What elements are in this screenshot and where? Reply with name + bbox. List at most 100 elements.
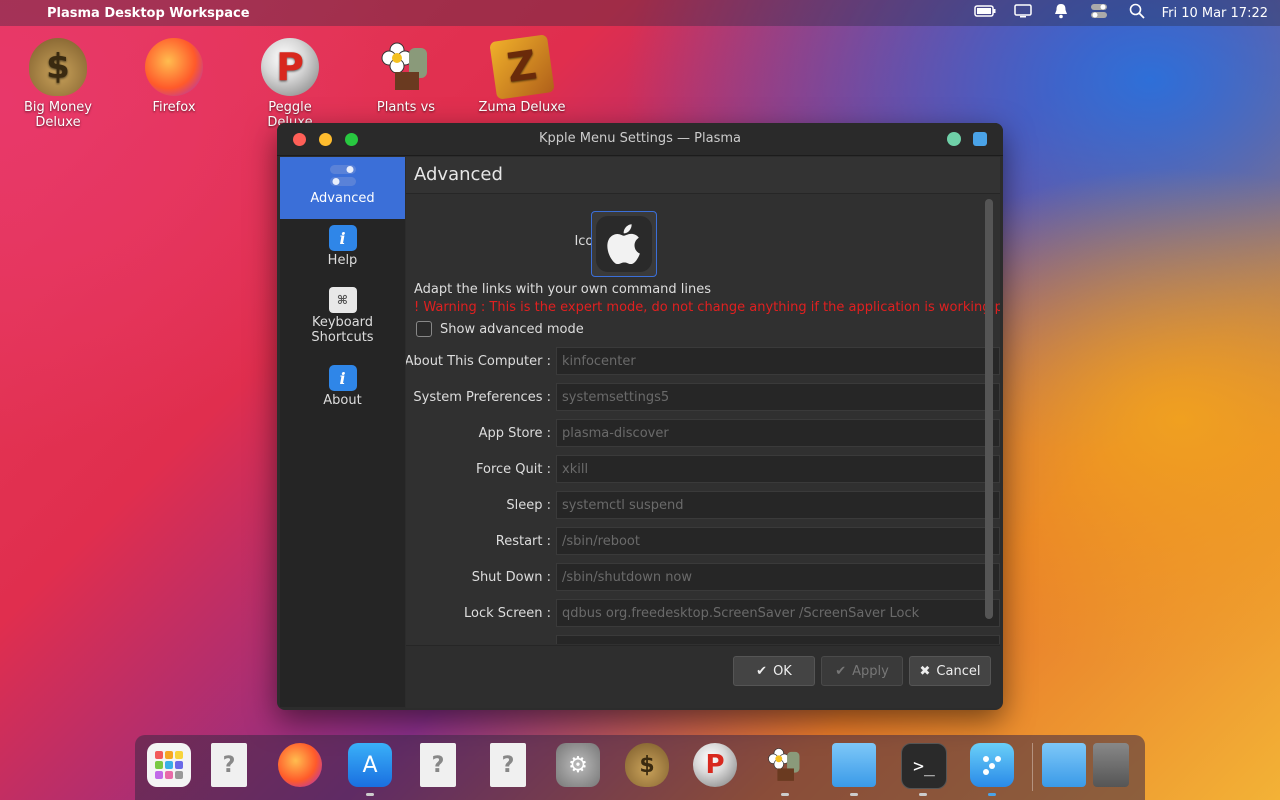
force-quit-input[interactable]: xkill [556,455,1000,483]
top-menu-bar: Plasma Desktop Workspace Fri 10 Mar 17:2… [0,0,1280,26]
launcher-grid-icon[interactable] [147,743,191,787]
checkbox-label: Show advanced mode [440,321,584,337]
apply-button[interactable]: ✔ Apply [821,656,903,686]
apple-logo-icon [596,216,652,272]
unknown-file-icon[interactable]: ? [420,743,456,787]
desktop-icon-plants[interactable]: Plants vs [361,38,451,115]
field-shut-down: Shut Down : /sbin/shutdown now [406,563,1000,593]
peggle-icon[interactable]: P [693,743,737,787]
show-advanced-mode-row[interactable]: Show advanced mode [416,321,584,337]
dock-separator [1032,743,1033,791]
settings-gear-icon[interactable]: ⚙ [556,743,600,787]
close-icon: ✖ [919,663,931,679]
field-system-preferences: System Preferences : systemsettings5 [406,383,1000,413]
desktop-icon-peggle[interactable]: P Peggle Deluxe [245,38,335,130]
partial-input[interactable] [556,635,1000,644]
notification-bell-icon[interactable] [1042,3,1080,23]
system-tray: Fri 10 Mar 17:22 [966,0,1280,26]
vertical-scrollbar[interactable] [985,199,993,619]
desktop-icon-firefox[interactable]: Firefox [129,38,219,115]
money-bag-icon: $ [29,38,87,96]
sidebar-item-about[interactable]: i About [280,359,405,421]
check-icon: ✔ [756,663,768,679]
running-indicator [850,793,858,796]
window-titlebar[interactable]: Kpple Menu Settings — Plasma [277,123,1003,156]
desktop-icon-label: Zuma Deluxe [478,100,566,115]
field-lock-screen: Lock Screen : qdbus org.freedesktop.Scre… [406,599,1000,629]
ok-label: OK [773,663,792,679]
sidebar-item-label: About [323,393,362,408]
discover-icon[interactable] [970,743,1014,787]
field-label: Shut Down : [471,570,551,585]
unknown-file-icon[interactable]: ? [490,743,526,787]
money-bag-icon[interactable]: $ [625,743,669,787]
settings-content: Advanced Icon: Adapt the links with your… [406,157,1000,708]
plants-icon [377,38,435,96]
system-preferences-input[interactable]: systemsettings5 [556,383,1000,411]
field-label: Force Quit : [476,462,551,477]
dialog-footer: ✔ OK ✔ Apply ✖ Cancel [406,645,1000,708]
display-icon[interactable] [1004,4,1042,22]
firefox-icon [145,38,203,96]
show-advanced-mode-checkbox[interactable] [416,321,432,337]
search-icon[interactable] [1118,3,1156,23]
desktop-icon-label: Plants vs [376,100,436,115]
keep-above-button[interactable] [947,132,961,146]
cancel-label: Cancel [936,663,981,679]
cancel-button[interactable]: ✖ Cancel [909,656,991,686]
settings-window: Kpple Menu Settings — Plasma Advanced i … [277,123,1003,710]
zuma-icon: Z [489,34,555,100]
sidebar-item-advanced[interactable]: Advanced [280,157,405,219]
content-header: Advanced [406,157,1000,194]
field-sleep: Sleep : systemctl suspend [406,491,1000,521]
sidebar-item-label: Advanced [310,191,375,206]
ok-button[interactable]: ✔ OK [733,656,815,686]
battery-icon[interactable] [966,5,1004,21]
running-indicator [366,793,374,796]
keyboard-icon: ⌘ [328,287,357,313]
lock-screen-input[interactable]: qdbus org.freedesktop.ScreenSaver /Scree… [556,599,1000,627]
menubar-app-title[interactable]: Plasma Desktop Workspace [47,6,250,21]
peggle-icon: P [261,38,319,96]
terminal-icon[interactable]: >_ [901,743,947,789]
sidebar-item-label: Keyboard Shortcuts [311,315,374,345]
folder-icon[interactable] [832,743,876,787]
running-indicator [781,793,789,796]
field-app-store: App Store : plasma-discover [406,419,1000,449]
sidebar-item-help[interactable]: i Help [280,219,405,281]
check-icon: ✔ [835,663,847,679]
folder-icon[interactable] [1042,743,1086,787]
window-title: Kpple Menu Settings — Plasma [538,131,741,146]
window-menu-icon[interactable] [973,132,987,146]
info-icon: i [328,225,357,251]
dock: ? A ? ? ⚙ $ P >_ [135,735,1145,800]
info-icon: i [328,365,357,391]
field-label: Sleep : [506,498,551,513]
firefox-icon[interactable] [278,743,322,787]
page-title: Advanced [414,164,503,185]
about-this-computer-input[interactable]: kinfocenter [556,347,1000,375]
sidebar-item-keyboard-shortcuts[interactable]: ⌘ Keyboard Shortcuts [280,281,405,359]
sleep-input[interactable]: systemctl suspend [556,491,1000,519]
plants-icon[interactable] [763,743,807,787]
settings-scroll-area[interactable]: Icon: Adapt the links with your own comm… [406,194,1000,644]
unknown-file-icon[interactable]: ? [211,743,247,787]
desktop-icon-big-money[interactable]: $ Big Money Deluxe [13,38,103,130]
app-store-input[interactable]: plasma-discover [556,419,1000,447]
field-label: System Preferences : [413,390,551,405]
apply-label: Apply [852,663,889,679]
app-store-icon[interactable]: A [348,743,392,787]
desktop-icon-zuma[interactable]: Z Zuma Deluxe [477,34,567,115]
clock[interactable]: Fri 10 Mar 17:22 [1162,6,1268,21]
field-partial [406,635,1000,644]
trash-icon[interactable] [1093,743,1129,787]
toggle-icon[interactable] [1080,3,1118,23]
restart-input[interactable]: /sbin/reboot [556,527,1000,555]
field-label: App Store : [478,426,551,441]
desktop-icon-label: Big Money Deluxe [23,100,92,130]
settings-sidebar: Advanced i Help ⌘ Keyboard Shortcuts i A… [280,157,405,707]
icon-picker-button[interactable] [591,211,657,277]
field-label: Restart : [495,534,551,549]
desktop-icon-label: Firefox [152,100,196,115]
shut-down-input[interactable]: /sbin/shutdown now [556,563,1000,591]
